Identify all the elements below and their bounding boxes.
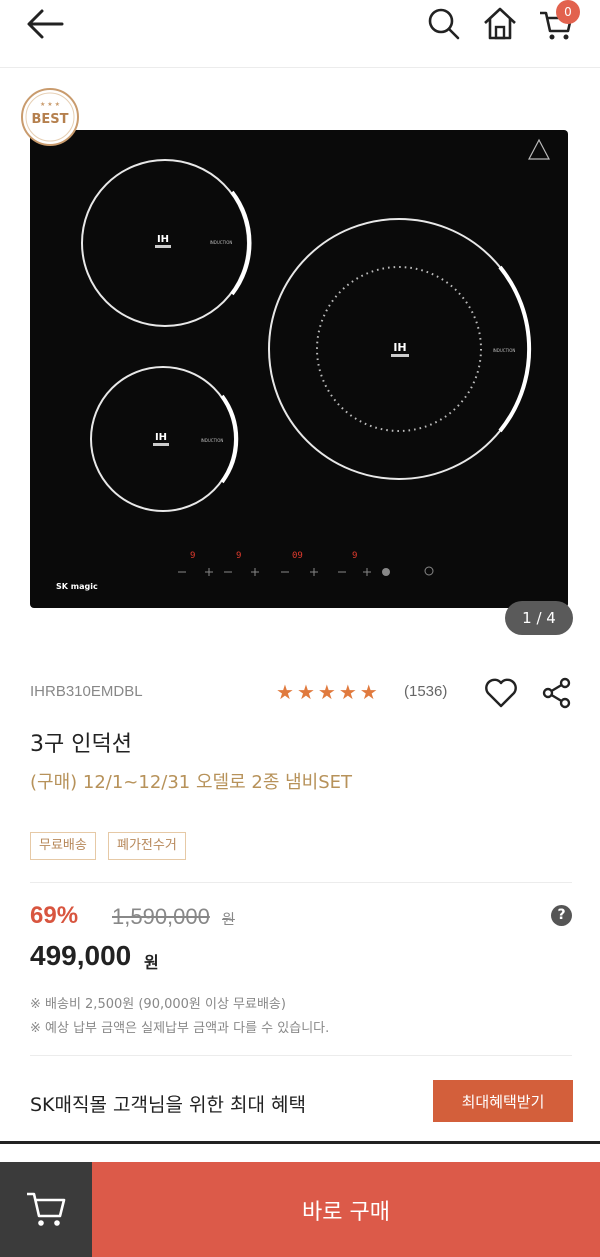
cart-count-badge: 0	[556, 0, 580, 24]
induction-label-2: INDUCTION	[201, 438, 224, 443]
product-promo-subtitle: (구매) 12/1~12/31 오델로 2종 냄비SET	[30, 772, 353, 793]
wishlist-heart-icon[interactable]	[483, 676, 519, 710]
ih-label-1: IH	[157, 234, 169, 245]
get-max-benefit-button[interactable]: 최대혜택받기	[433, 1080, 573, 1122]
image-pager: 1 / 4	[505, 601, 573, 635]
induction-label-1: INDUCTION	[210, 240, 233, 245]
cart-icon	[27, 1192, 66, 1226]
product-title: 3구 인덕션	[30, 732, 132, 757]
add-to-cart-button[interactable]	[0, 1162, 92, 1257]
divider	[30, 1055, 572, 1056]
model-number: IHRB310EMDBL	[30, 683, 143, 700]
divider	[30, 882, 572, 883]
original-price: 1,590,000	[112, 904, 210, 929]
review-count[interactable]: (1536)	[404, 683, 447, 700]
sale-price: 499,000	[30, 940, 132, 971]
svg-text:★ ★ ★: ★ ★ ★	[40, 101, 60, 108]
star-icon: ★	[276, 680, 294, 704]
star-icon: ★	[338, 680, 357, 704]
share-icon[interactable]	[540, 676, 574, 710]
ih-label-3: IH	[393, 341, 406, 354]
buy-now-button[interactable]: 바로 구매	[92, 1162, 600, 1257]
best-label: BEST	[31, 112, 68, 127]
brand-logo: SK magic	[56, 582, 98, 591]
star-icon: ★	[359, 680, 378, 704]
star-icon: ★	[296, 680, 315, 704]
ih-label-2: IH	[155, 432, 167, 443]
original-price-unit: 원	[222, 912, 235, 928]
svg-text:9: 9	[352, 551, 357, 561]
shipping-note: ※ 배송비 2,500원 (90,000원 이상 무료배송)	[30, 997, 286, 1012]
discount-rate: 69%	[30, 902, 79, 929]
top-header: 0	[0, 0, 600, 68]
appliance-pickup-tag: 폐가전수거	[108, 832, 186, 860]
svg-text:9: 9	[190, 551, 195, 561]
back-arrow-icon[interactable]	[24, 6, 68, 42]
home-icon[interactable]	[480, 3, 520, 43]
free-shipping-tag: 무료배송	[30, 832, 96, 860]
rating-stars[interactable]: ★ ★ ★ ★ ★	[276, 680, 378, 704]
payment-note: ※ 예상 납부 금액은 실제납부 금액과 다를 수 있습니다.	[30, 1021, 330, 1036]
help-icon[interactable]: ?	[551, 905, 572, 926]
best-badge: BEST ★ ★ ★	[21, 88, 79, 146]
bottom-divider	[0, 1141, 600, 1144]
product-image-cooktop: IH INDUCTION IH INDUCTION IH INDUCTION 9…	[30, 130, 568, 608]
benefit-text: SK매직몰 고객님을 위한 최대 혜택	[30, 1094, 306, 1116]
star-icon: ★	[317, 680, 336, 704]
sale-price-unit: 원	[144, 953, 159, 972]
induction-label-3: INDUCTION	[493, 348, 516, 353]
svg-text:9: 9	[236, 551, 241, 561]
search-icon[interactable]	[424, 4, 464, 44]
svg-text:09: 09	[292, 551, 303, 561]
bottom-action-bar: 바로 구매	[0, 1162, 600, 1257]
